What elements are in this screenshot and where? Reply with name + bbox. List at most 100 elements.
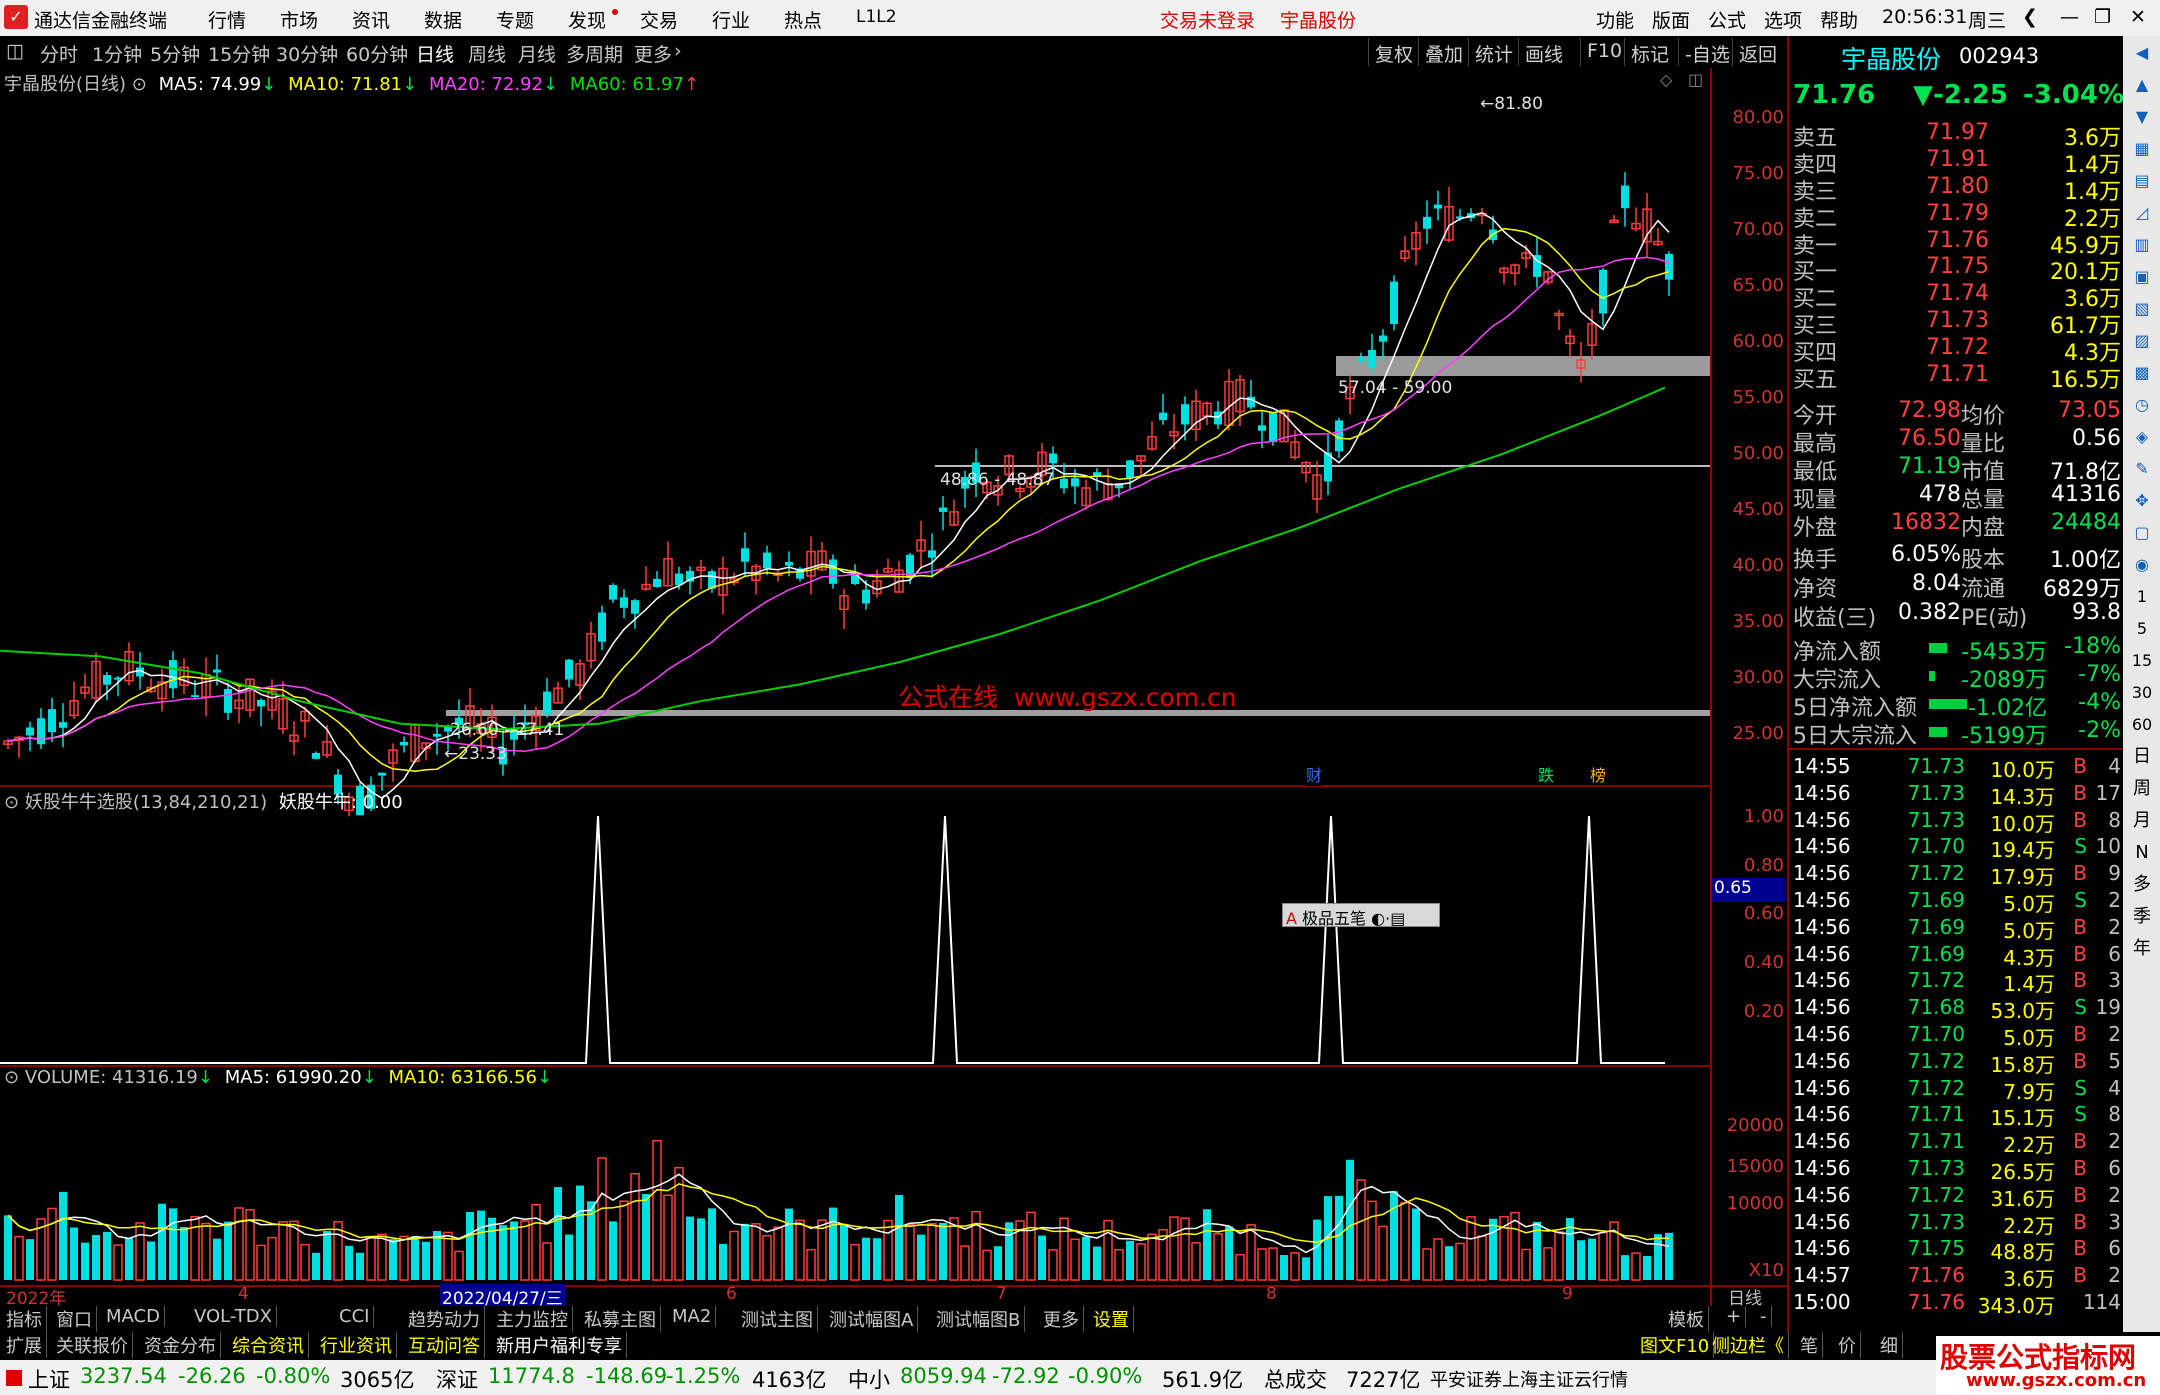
stat-row[interactable]: 今开 72.98 均价 73.05 — [1789, 398, 2125, 429]
back-arrow-icon[interactable]: ❮ — [2022, 6, 2038, 28]
btn-diejia[interactable]: 叠加 — [1418, 38, 1469, 66]
settings-icon[interactable]: ⊙ — [4, 1067, 19, 1088]
tab-tabs2-2[interactable]: 资金分布 — [140, 1332, 221, 1358]
tab-tabs1-4[interactable]: CCI — [335, 1306, 375, 1327]
side-icon[interactable]: ◀ — [2129, 40, 2155, 66]
panel-toggle-icon[interactable]: ◫ — [6, 40, 24, 62]
tab-tabs1-2[interactable]: MACD — [102, 1306, 165, 1327]
side-icon[interactable]: ✥ — [2129, 488, 2155, 514]
side-icon[interactable]: ▲ — [2129, 72, 2155, 98]
ask-row[interactable]: 卖五 71.97 3.6万 — [1789, 120, 2125, 151]
tick-row[interactable]: 14:56 71.72 31.6万 B 2 — [1789, 1183, 2125, 1211]
side-icon[interactable]: ▥ — [2129, 232, 2155, 258]
side-icon[interactable]: ▤ — [2129, 168, 2155, 194]
period-5min[interactable]: 5分钟 — [150, 40, 200, 67]
sh-label[interactable]: 上证 — [28, 1364, 70, 1394]
period-fenshi[interactable]: 分时 — [40, 40, 78, 67]
side-period[interactable]: 日 — [2129, 744, 2155, 770]
tab2-right-0[interactable]: 图文F10 — [1636, 1332, 1715, 1358]
flow-row[interactable]: 大宗流入 -2089万 -7% — [1789, 662, 2125, 693]
tick-row[interactable]: 14:56 71.71 15.1万 S 8 — [1789, 1102, 2125, 1130]
menu-shichang[interactable]: 市场 — [280, 6, 318, 33]
btn-f10[interactable]: F10 — [1580, 38, 1628, 66]
menu-banmian[interactable]: 版面 — [1652, 6, 1690, 33]
tab2-right-1[interactable]: 侧边栏《 — [1708, 1332, 1789, 1358]
tab-tabs2-6[interactable]: 新用户福利专享 — [492, 1332, 627, 1358]
zx-label[interactable]: 中小 — [848, 1364, 890, 1394]
stat-row[interactable]: 收益(三) 0.382 PE(动) 93.8 — [1789, 600, 2125, 631]
period-daily[interactable]: 日线 — [416, 40, 454, 67]
settings-icon[interactable]: ⊙ — [4, 792, 19, 813]
side-num[interactable]: 30 — [2129, 680, 2155, 706]
minimize-icon[interactable]: — — [2060, 6, 2079, 28]
tab2-right-3[interactable]: 价 — [1834, 1332, 1861, 1358]
menu-faxian[interactable]: 发现 — [568, 6, 606, 33]
login-status[interactable]: 交易未登录 — [1160, 6, 1255, 33]
tick-row[interactable]: 14:56 71.72 17.9万 B 9 — [1789, 861, 2125, 889]
side-num[interactable]: 1 — [2129, 584, 2155, 610]
chart-area[interactable] — [0, 68, 1787, 1306]
menu-zixun[interactable]: 资讯 — [352, 6, 390, 33]
menu-hangye[interactable]: 行业 — [712, 6, 750, 33]
tab-tabs1-11[interactable]: 测试幅图B — [932, 1306, 1026, 1332]
tab2-right-2[interactable]: 笔 — [1796, 1332, 1823, 1358]
ask-row[interactable]: 卖二 71.79 2.2万 — [1789, 201, 2125, 232]
stat-row[interactable]: 最高 76.50 量比 0.56 — [1789, 426, 2125, 457]
side-icon[interactable]: ▦ — [2129, 136, 2155, 162]
moon-icon[interactable]: ◐ — [1371, 909, 1385, 928]
tick-row[interactable]: 14:56 71.70 5.0万 B 2 — [1789, 1022, 2125, 1050]
btn-fanhui[interactable]: 返回 — [1732, 38, 1783, 66]
tick-row[interactable]: 14:56 71.75 48.8万 B 6 — [1789, 1236, 2125, 1264]
tick-row[interactable]: 15:00 71.76 343.0万 114 — [1789, 1290, 2125, 1318]
tick-row[interactable]: 14:56 71.71 2.2万 B 2 — [1789, 1129, 2125, 1157]
stat-row[interactable]: 现量 478 总量 41316 — [1789, 482, 2125, 513]
tab-tabs1-9[interactable]: 测试主图 — [737, 1306, 818, 1332]
stat-row[interactable]: 外盘 16832 内盘 24484 — [1789, 510, 2125, 541]
sz-label[interactable]: 深证 — [436, 1364, 478, 1394]
period-more[interactable]: 更多 — [634, 40, 672, 67]
side-icon[interactable]: ▩ — [2129, 360, 2155, 386]
tab-right-0[interactable]: 模板 — [1664, 1306, 1709, 1332]
tick-row[interactable]: 14:56 71.72 1.4万 B 3 — [1789, 968, 2125, 996]
menu-zhuanti[interactable]: 专题 — [496, 6, 534, 33]
tab2-right-4[interactable]: 细 — [1876, 1332, 1903, 1358]
side-num[interactable]: 60 — [2129, 712, 2155, 738]
tab-tabs1-5[interactable]: 趋势动力 — [404, 1306, 485, 1332]
tab-tabs1-3[interactable]: VOL-TDX — [190, 1306, 277, 1327]
menu-gongneng[interactable]: 功能 — [1596, 6, 1634, 33]
stat-row[interactable]: 最低 71.19 市值 71.8亿 — [1789, 454, 2125, 485]
side-icon[interactable]: ▢ — [2129, 520, 2155, 546]
menu-redian[interactable]: 热点 — [784, 6, 822, 33]
tab-tabs1-10[interactable]: 测试幅图A — [825, 1306, 919, 1332]
flow-row[interactable]: 5日大宗流入 -5199万 -2% — [1789, 718, 2125, 749]
side-period[interactable]: N — [2129, 840, 2155, 866]
tick-row[interactable]: 14:56 71.69 5.0万 S 2 — [1789, 888, 2125, 916]
stat-row[interactable]: 换手 6.05% 股本 1.00亿 — [1789, 542, 2125, 573]
side-period[interactable]: 多 — [2129, 872, 2155, 898]
menu-l1l2[interactable]: L1L2 — [856, 7, 897, 27]
period-15min[interactable]: 15分钟 — [208, 40, 270, 67]
tab-tabs1-13[interactable]: 设置 — [1089, 1306, 1134, 1332]
tick-row[interactable]: 14:57 71.76 3.6万 B 2 — [1789, 1263, 2125, 1291]
tick-row[interactable]: 14:56 71.68 53.0万 S 19 — [1789, 995, 2125, 1023]
side-icon[interactable]: ▼ — [2129, 104, 2155, 130]
period-1min[interactable]: 1分钟 — [92, 40, 142, 67]
menu-hangqing[interactable]: 行情 — [208, 6, 246, 33]
tab-right-1[interactable]: + — [1722, 1306, 1747, 1327]
chart-expand-icon[interactable]: ◫ — [1688, 70, 1703, 89]
restore-icon[interactable]: ❐ — [2094, 6, 2111, 28]
tab-tabs1-1[interactable]: 窗口 — [52, 1306, 97, 1332]
tick-row[interactable]: 14:56 71.70 19.4万 S 10 — [1789, 834, 2125, 862]
flow-row[interactable]: 5日净流入额 -1.02亿 -4% — [1789, 690, 2125, 721]
side-period[interactable]: 年 — [2129, 936, 2155, 962]
settings-icon[interactable]: ⊙ — [132, 74, 147, 95]
menu-shuju[interactable]: 数据 — [424, 6, 462, 33]
tick-row[interactable]: 14:56 71.69 5.0万 B 2 — [1789, 915, 2125, 943]
tab-tabs2-5[interactable]: 互动问答 — [404, 1332, 485, 1358]
period-weekly[interactable]: 周线 — [468, 40, 506, 67]
stat-row[interactable]: 净资 8.04 流通 6829万 — [1789, 571, 2125, 602]
side-icon[interactable]: ▣ — [2129, 264, 2155, 290]
bid-row[interactable]: 买三 71.73 61.7万 — [1789, 308, 2125, 339]
menu-bangzhu[interactable]: 帮助 — [1820, 6, 1858, 33]
side-icon[interactable]: ◿ — [2129, 200, 2155, 226]
